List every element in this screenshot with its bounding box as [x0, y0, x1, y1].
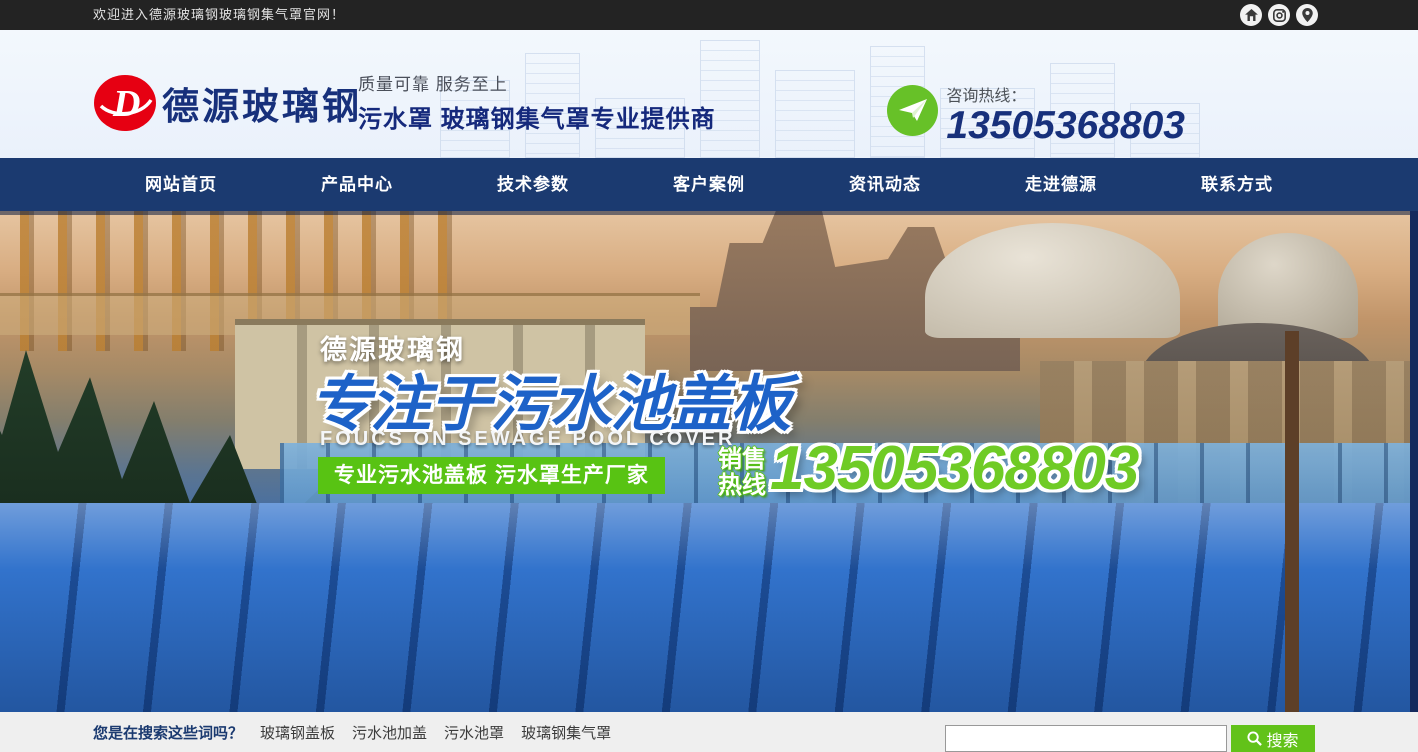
welcome-text: 欢迎进入德源玻璃钢玻璃钢集气罩官网！: [93, 0, 345, 30]
location-icon[interactable]: [1296, 4, 1318, 26]
nav-item-about[interactable]: 走进德源: [973, 158, 1149, 211]
magnifier-icon: [1247, 731, 1262, 746]
banner-hotline-label-line1: 销售: [716, 447, 768, 473]
instagram-icon[interactable]: [1268, 4, 1290, 26]
search-strip: 您是在搜索这些词吗？ 玻璃钢盖板 污水池加盖 污水池罩 玻璃钢集气罩 搜索: [0, 712, 1418, 752]
header-slogan: 质量可靠 服务至上 污水罩 玻璃钢集气罩专业提供商: [358, 70, 716, 134]
banner-hotline-label-line2: 热线: [716, 473, 768, 499]
keyword-link-2[interactable]: 污水池加盖: [352, 722, 427, 743]
topbar: 欢迎进入德源玻璃钢玻璃钢集气罩官网！: [0, 0, 1418, 30]
nav-item-contact[interactable]: 联系方式: [1149, 158, 1325, 211]
slogan-big: 污水罩 玻璃钢集气罩专业提供商: [358, 99, 716, 134]
social-links: [1240, 4, 1318, 26]
logo-red-mark: D: [93, 74, 157, 132]
nav-item-specs[interactable]: 技术参数: [445, 158, 621, 211]
banner-hotline-label: 销售 热线: [716, 447, 768, 499]
svg-text:D: D: [112, 83, 140, 125]
nav-item-products[interactable]: 产品中心: [269, 158, 445, 211]
search-prompt: 您是在搜索这些词吗？: [93, 722, 243, 743]
hero-banner: 德源玻璃钢 专注于污水池盖板 FOUCS ON SEWAGE POOL COVE…: [0, 211, 1418, 712]
slogan-small: 质量可靠 服务至上: [358, 70, 716, 95]
search-input[interactable]: [945, 725, 1227, 752]
nav-item-cases[interactable]: 客户案例: [621, 158, 797, 211]
banner-subline-en: FOUCS ON SEWAGE POOL COVER: [320, 428, 735, 451]
nav-item-news[interactable]: 资讯动态: [797, 158, 973, 211]
logo-text: 德源玻璃钢: [162, 76, 362, 130]
paper-plane-icon: [887, 85, 938, 136]
search-button[interactable]: 搜索: [1231, 725, 1315, 752]
hotline-label: 咨询热线：: [946, 82, 1185, 106]
hotline-number: 13505368803: [946, 106, 1185, 147]
logo[interactable]: D 德源玻璃钢: [93, 74, 362, 132]
nav-item-home[interactable]: 网站首页: [93, 158, 269, 211]
search-button-label: 搜索: [1266, 727, 1298, 751]
main-nav: 网站首页 产品中心 技术参数 客户案例 资讯动态 走进德源 联系方式: [0, 158, 1418, 211]
banner-badge[interactable]: 专业污水池盖板 污水罩生产厂家: [318, 457, 665, 494]
keyword-link-3[interactable]: 污水池罩: [444, 722, 504, 743]
banner-hotline-number: 13505368803: [770, 433, 1138, 504]
home-icon[interactable]: [1240, 4, 1262, 26]
header-hotline: 咨询热线： 13505368803: [887, 82, 1185, 147]
keyword-link-4[interactable]: 玻璃钢集气罩: [521, 722, 611, 743]
keyword-link-1[interactable]: 玻璃钢盖板: [260, 722, 335, 743]
site-header: D 德源玻璃钢 质量可靠 服务至上 污水罩 玻璃钢集气罩专业提供商 咨询热线： …: [0, 30, 1418, 158]
